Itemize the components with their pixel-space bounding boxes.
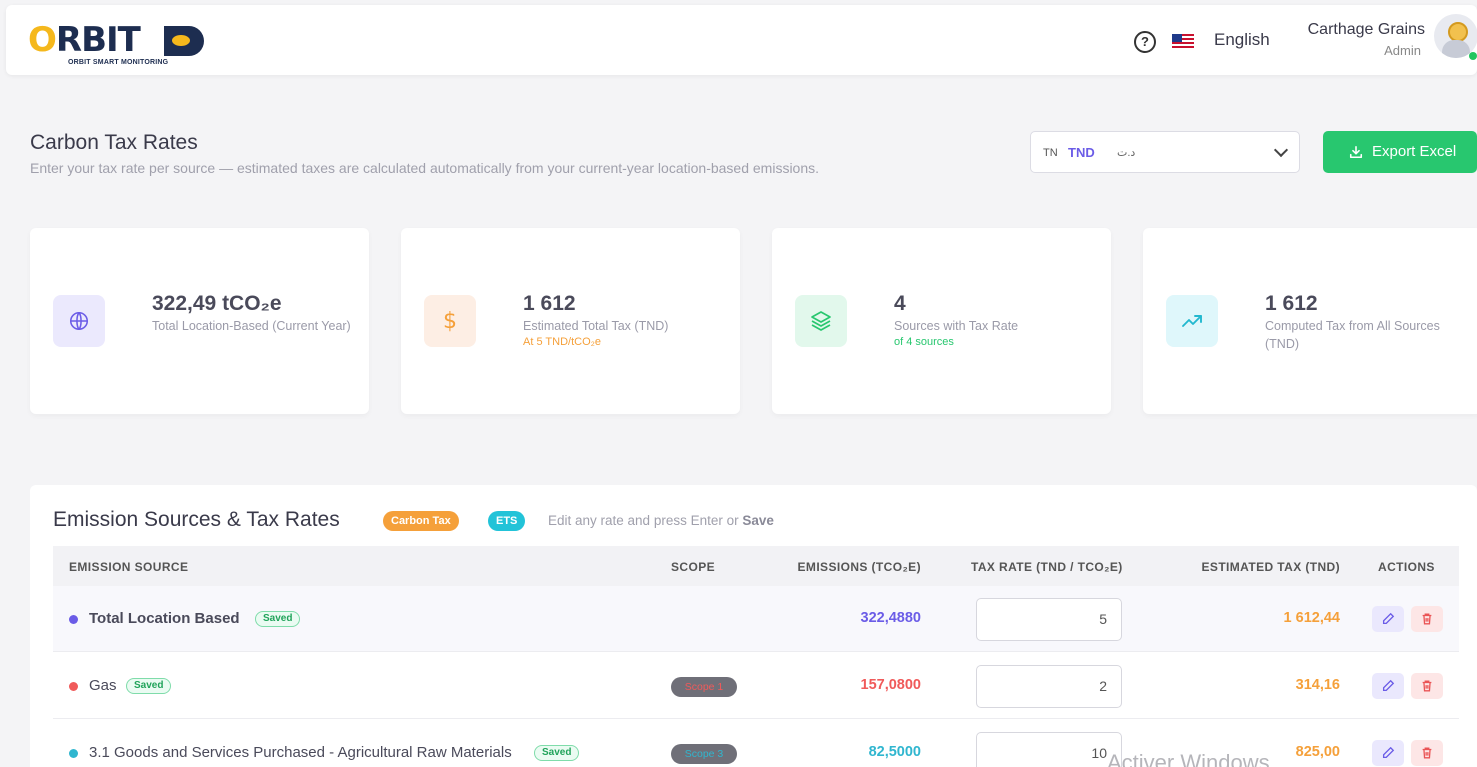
card-note: of 4 sources [894, 336, 954, 348]
emission-sources-panel: Emission Sources & Tax Rates Carbon Tax … [30, 485, 1477, 767]
card-label: Computed Tax from All Sources (TND) [1265, 319, 1440, 351]
estimated-tax: 825,00 [1295, 744, 1340, 760]
edit-button[interactable] [1372, 673, 1404, 699]
pencil-icon [1382, 746, 1395, 759]
col-emissions[interactable]: EMISSIONS (TCO₂E) [798, 560, 921, 574]
logo-badge-icon [164, 26, 204, 56]
col-estimated[interactable]: ESTIMATED TAX (TND) [1202, 560, 1340, 574]
card-value: 4 [894, 292, 906, 315]
layers-icon [795, 295, 847, 347]
saved-badge: Saved [126, 678, 172, 694]
card-note: At 5 TND/tCO₂e [523, 336, 602, 348]
card-value: 1 612 [1265, 292, 1318, 315]
carbon-tax-badge: Carbon Tax [383, 511, 459, 531]
card-label: Sources with Tax Rate [894, 319, 1019, 333]
stat-card-computed-tax: 1 612 Computed Tax from All Sources (TND… [1143, 228, 1477, 414]
pencil-icon [1382, 612, 1395, 625]
scope-badge: Scope 3 [671, 744, 737, 764]
export-label: Export Excel [1372, 143, 1457, 160]
user-name: Carthage Grains [1307, 21, 1425, 38]
us-flag-icon[interactable] [1172, 34, 1194, 49]
stat-card-estimated-tax: $ 1 612 Estimated Total Tax (TND) At 5 T… [401, 228, 740, 414]
hint-save: Save [742, 513, 774, 528]
windows-activation-watermark: Activer Windows [1107, 750, 1270, 767]
language-selector[interactable]: English [1214, 30, 1270, 50]
saved-badge: Saved [534, 745, 580, 761]
source-dot [69, 615, 78, 624]
currency-country: TN [1043, 147, 1058, 159]
panel-title: Emission Sources & Tax Rates [53, 508, 340, 531]
logo-o-mark: O [28, 20, 57, 60]
dollar-icon: $ [424, 295, 476, 347]
edit-hint: Edit any rate and press Enter or Save [548, 513, 774, 528]
col-source[interactable]: EMISSION SOURCE [69, 560, 188, 574]
source-name: Gas [89, 677, 117, 694]
download-icon [1349, 145, 1363, 159]
globe-icon [53, 295, 105, 347]
delete-button[interactable] [1411, 740, 1443, 766]
table-row: Gas Saved Scope 1 157,0800 2 314,16 [53, 653, 1459, 719]
export-excel-button[interactable]: Export Excel [1323, 131, 1477, 173]
table-header: EMISSION SOURCE SCOPE EMISSIONS (TCO₂E) … [53, 546, 1459, 586]
trash-icon [1422, 747, 1432, 759]
card-value: 1 612 [523, 292, 576, 315]
emissions-value: 157,0800 [860, 677, 921, 693]
source-name: Total Location Based [89, 610, 240, 627]
trending-up-icon [1166, 295, 1218, 347]
trash-icon [1422, 680, 1432, 692]
delete-button[interactable] [1411, 673, 1443, 699]
col-scope[interactable]: SCOPE [671, 560, 715, 574]
orbit-logo[interactable]: ORBIT ORBIT SMART MONITORING [28, 23, 218, 69]
online-status-dot [1469, 52, 1477, 60]
tax-rate-input[interactable]: 5 [976, 598, 1122, 641]
help-icon[interactable]: ? [1134, 31, 1156, 53]
edit-button[interactable] [1372, 606, 1404, 632]
tax-rate-input[interactable]: 2 [976, 665, 1122, 708]
source-name: 3.1 Goods and Services Purchased - Agric… [89, 744, 512, 761]
card-value: 322,49 tCO₂e [152, 292, 282, 315]
scope-badge: Scope 1 [671, 677, 737, 697]
emissions-value: 82,5000 [868, 744, 921, 760]
chevron-down-icon [1273, 142, 1289, 158]
saved-badge: Saved [255, 611, 301, 627]
estimated-tax: 1 612,44 [1283, 610, 1340, 626]
stat-card-sources: 4 Sources with Tax Rate of 4 sources [772, 228, 1111, 414]
logo-subtitle: ORBIT SMART MONITORING [68, 59, 169, 66]
col-rate[interactable]: TAX RATE (TND / TCO₂E) [971, 560, 1123, 574]
top-header: ORBIT ORBIT SMART MONITORING ? English C… [6, 5, 1477, 75]
page-title: Carbon Tax Rates [30, 131, 198, 154]
col-actions: ACTIONS [1378, 560, 1435, 574]
estimated-tax: 314,16 [1295, 677, 1340, 693]
currency-select[interactable]: TN TND د.ت [1030, 131, 1300, 173]
currency-code: TND [1068, 145, 1095, 160]
trash-icon [1422, 613, 1432, 625]
pencil-icon [1382, 679, 1395, 692]
delete-button[interactable] [1411, 606, 1443, 632]
stat-card-total-location: 322,49 tCO₂e Total Location-Based (Curre… [30, 228, 369, 414]
edit-button[interactable] [1372, 740, 1404, 766]
card-label: Estimated Total Tax (TND) [523, 319, 669, 333]
user-role: Admin [1384, 43, 1421, 58]
logo-text: RBIT [55, 20, 141, 60]
page-subtitle: Enter your tax rate per source — estimat… [30, 160, 820, 176]
currency-symbol: د.ت [1117, 147, 1136, 159]
emissions-value: 322,4880 [860, 610, 921, 626]
card-label: Total Location-Based (Current Year) [152, 319, 351, 333]
source-dot [69, 749, 78, 758]
hint-text: Edit any rate and press Enter or [548, 513, 739, 528]
source-dot [69, 682, 78, 691]
tax-rate-input[interactable]: 10 [976, 732, 1122, 767]
ets-badge: ETS [488, 511, 526, 531]
table-row: Total Location Based Saved 322,4880 5 1 … [53, 586, 1459, 652]
